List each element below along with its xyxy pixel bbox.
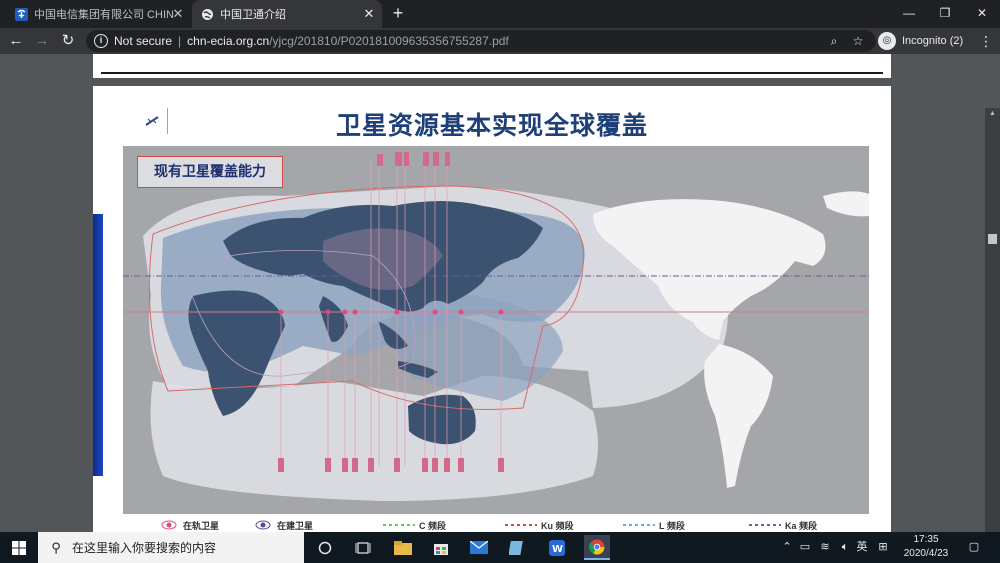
previous-page (93, 54, 891, 78)
incognito-indicator[interactable]: ◎ Incognito (2) (878, 31, 963, 51)
reload-button[interactable]: ↻ (58, 31, 78, 51)
legend-item: 在建卫星 (255, 516, 313, 532)
legend-item: L 频段 (623, 516, 685, 532)
svg-text:W: W (552, 544, 563, 555)
wifi-icon[interactable]: ≋ (816, 532, 834, 563)
windows-taskbar: ⚲ 在这里输入你要搜索的内容 W ⌃ ▭ ≋ 🔈︎ 英 ⊞ 17:35 2020… (0, 532, 1000, 563)
windows-logo-icon (12, 540, 26, 555)
map-label: 现有卫星覆盖能力 (137, 156, 283, 188)
wps-writer-icon[interactable]: W (544, 535, 570, 560)
satellite-dot-icon (255, 520, 271, 530)
legend-label: C 频段 (419, 520, 447, 531)
zoom-icon[interactable]: ⌕ (824, 30, 844, 52)
dash-line-icon (749, 524, 781, 526)
restore-button[interactable]: ❐ (927, 0, 963, 28)
incognito-label: Incognito (2) (902, 35, 964, 47)
china-telecom-favicon-icon (14, 7, 28, 21)
pdf-viewer: 卫星资源基本实现全球覆盖 现有卫星覆盖能力 在轨卫星 在建卫星 C 频段 Ku … (0, 54, 1000, 532)
map-legend: 在轨卫星 在建卫星 C 频段 Ku 频段 L 频段 Ka 频段 (123, 516, 869, 532)
legend-label: Ka 频段 (785, 520, 818, 531)
scroll-thumb[interactable] (988, 234, 997, 244)
legend-label: 在轨卫星 (183, 520, 220, 531)
tab-china-satcom[interactable]: 中国卫通介绍 ✕ (192, 0, 382, 28)
battery-icon[interactable]: ▭ (796, 532, 814, 563)
close-tab-icon[interactable]: ✕ (362, 7, 376, 21)
legend-label: Ku 频段 (541, 520, 574, 531)
browser-toolbar: ← → ↻ i Not secure | chn-ecia.org.cn /yj… (0, 28, 1000, 54)
security-label: Not secure (114, 34, 173, 48)
mail-icon[interactable] (466, 535, 492, 560)
dash-line-icon (505, 524, 537, 526)
search-placeholder: 在这里输入你要搜索的内容 (72, 541, 217, 555)
tray-chevron-up-icon[interactable]: ⌃ (780, 532, 794, 563)
tab-title: 中国卫通介绍 (220, 9, 286, 21)
minimize-button[interactable]: — (891, 0, 927, 28)
taskbar-search-box[interactable]: ⚲ 在这里输入你要搜索的内容 (38, 532, 304, 563)
tab-strip: 中国电信集团有限公司 CHINA TELECOM ✕ 中国卫通介绍 ✕ + — … (0, 0, 1000, 28)
slide-title: 卫星资源基本实现全球覆盖 (335, 112, 648, 140)
address-bar[interactable]: i Not secure | chn-ecia.org.cn /yjcg/201… (86, 30, 876, 52)
clock-time: 17:35 (913, 534, 939, 545)
close-tab-icon[interactable]: ✕ (171, 7, 185, 21)
tab-china-telecom[interactable]: 中国电信集团有限公司 CHINA TELECOM ✕ (6, 0, 191, 28)
info-icon[interactable]: i (94, 34, 108, 48)
file-explorer-icon[interactable] (390, 535, 416, 560)
pdf-scrollbar[interactable]: ▲ ▼ (985, 108, 1000, 532)
scroll-up-arrow-icon[interactable]: ▲ (985, 110, 1000, 120)
clock-date: 2020/4/23 (903, 548, 949, 559)
legend-label: L 频段 (659, 520, 685, 531)
legend-item: C 频段 (383, 516, 446, 532)
notification-center-icon[interactable]: ▢ (964, 532, 984, 563)
cortana-icon[interactable] (312, 535, 338, 560)
back-button[interactable]: ← (6, 31, 26, 51)
coverage-map: 现有卫星覆盖能力 (123, 146, 869, 514)
legend-item: 在轨卫星 (161, 516, 219, 532)
taskbar-clock[interactable]: 17:35 2020/4/23 (898, 533, 954, 562)
chrome-icon[interactable] (584, 535, 610, 560)
world-coverage-svg (123, 152, 869, 501)
dash-line-icon (623, 524, 655, 526)
notes-app-icon[interactable] (504, 535, 530, 560)
task-view-icon[interactable] (350, 535, 376, 560)
bookmark-star-icon[interactable]: ☆ (848, 30, 868, 52)
window-close-button[interactable]: ✕ (964, 0, 1000, 28)
url-separator: | (178, 34, 182, 48)
page-rule (101, 72, 883, 74)
forward-button[interactable]: → (32, 31, 52, 51)
url-path: /yjcg/201810/P020181009635356755287.pdf (269, 34, 509, 48)
search-icon: ⚲ (51, 539, 61, 555)
volume-icon[interactable]: 🔈︎ (836, 532, 854, 563)
dash-line-icon (383, 524, 415, 526)
store-icon[interactable] (428, 535, 454, 560)
menu-kebab-icon[interactable]: ⋮ (978, 31, 994, 51)
pdf-page: 卫星资源基本实现全球覆盖 现有卫星覆盖能力 在轨卫星 在建卫星 C 频段 Ku … (93, 86, 891, 532)
url-domain: chn-ecia.org.cn (187, 34, 270, 48)
legend-item: Ku 频段 (505, 516, 574, 532)
legend-label: 在建卫星 (277, 520, 314, 531)
input-method-grid-icon[interactable]: ⊞ (874, 532, 892, 563)
satellite-dot-icon (161, 520, 177, 530)
ime-language-indicator[interactable]: 英 (854, 532, 870, 563)
legend-item: Ka 频段 (749, 516, 817, 532)
left-accent-bar (93, 214, 103, 476)
globe-icon (200, 7, 214, 21)
tab-title: 中国电信集团有限公司 CHINA TELECOM (34, 9, 174, 21)
incognito-icon: ◎ (878, 32, 896, 50)
new-tab-button[interactable]: + (388, 3, 408, 23)
start-button[interactable] (0, 532, 38, 563)
